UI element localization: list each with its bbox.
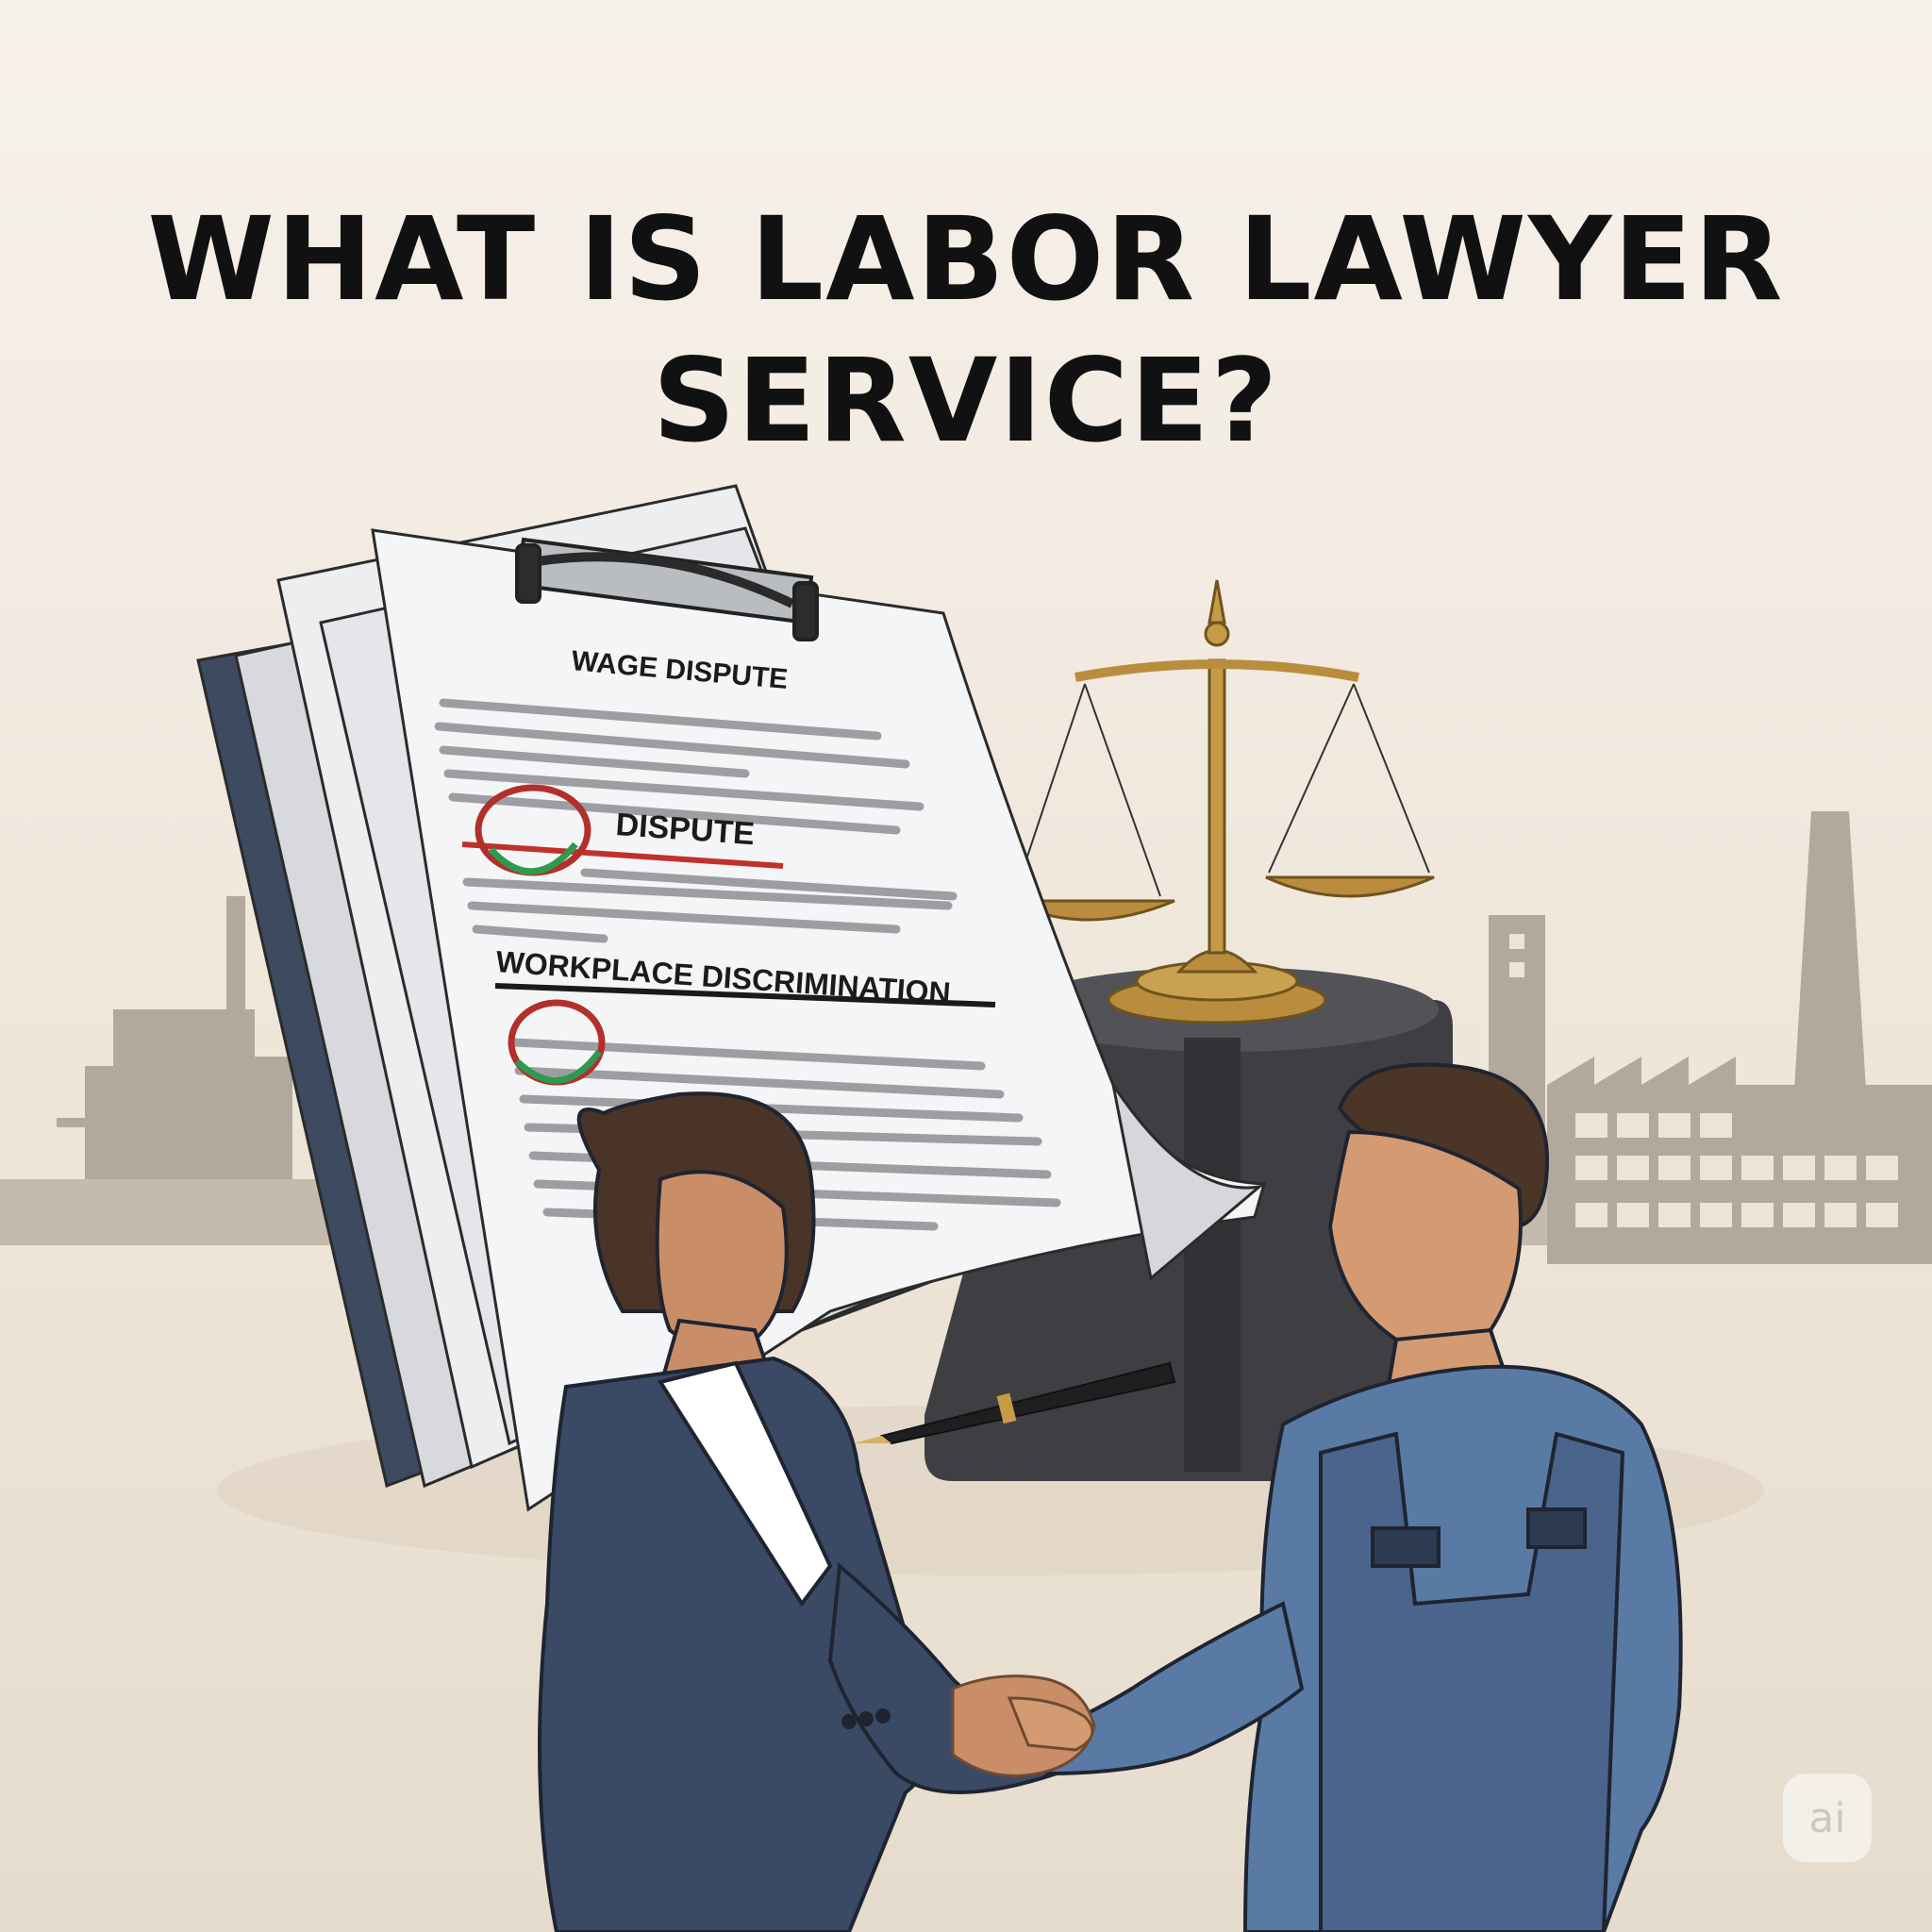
illustration: WAGE DISPUTE DISPUTE WORKPLACE DISCRIMIN…	[0, 484, 1932, 1932]
ai-badge: ai	[1783, 1774, 1872, 1862]
scales-of-justice-icon	[1008, 579, 1435, 1024]
poster: WHAT IS LABOR LAWYER SERVICE? WAGE DISPU…	[0, 0, 1932, 1932]
